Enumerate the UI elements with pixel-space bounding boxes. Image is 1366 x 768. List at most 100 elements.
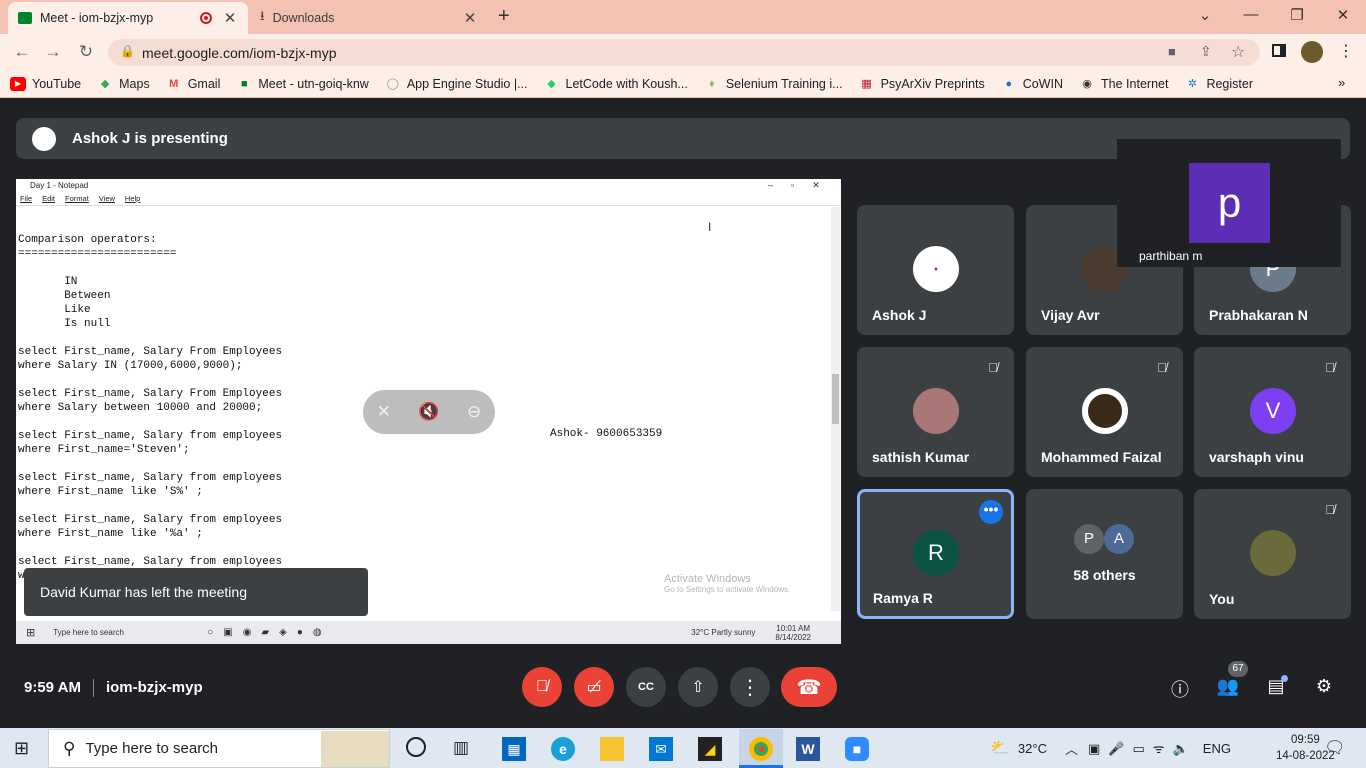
- mic-off-icon: 🎙̸: [988, 360, 998, 375]
- taskbar-search-placeholder: Type here to search: [85, 740, 219, 757]
- pinned-participant-pip[interactable]: p parthiban m: [1117, 139, 1341, 267]
- activities-icon[interactable]: ⚙: [1312, 676, 1336, 700]
- bookmark-the-internet[interactable]: ◉ The Internet: [1079, 77, 1168, 91]
- menu-dots-icon[interactable]: ⋮: [1338, 41, 1354, 61]
- bookmark-register[interactable]: ✲ Register: [1184, 77, 1253, 91]
- tray-icons: ▣🎤▭ᯤ🔈: [1087, 741, 1197, 756]
- inner-text-cursor: I: [708, 220, 712, 234]
- present-screen-button[interactable]: ⇧: [678, 667, 718, 707]
- camera-permission-icon[interactable]: ■: [1168, 44, 1176, 59]
- camera-toggle-button[interactable]: ▭̸: [574, 667, 614, 707]
- store-icon[interactable]: ▦: [502, 737, 526, 761]
- cowin-icon: ●: [1005, 77, 1013, 90]
- bookmark-maps[interactable]: ◆ Maps: [97, 77, 150, 91]
- participant-name: Ashok J: [872, 307, 927, 323]
- bookmark-star-icon[interactable]: ☆: [1231, 42, 1245, 62]
- more-options-button[interactable]: ⋮: [730, 667, 770, 707]
- forward-icon[interactable]: →: [42, 42, 64, 62]
- task-view-icon[interactable]: ▥: [453, 738, 469, 758]
- chrome-icon[interactable]: [749, 737, 773, 761]
- temperature: 32°C: [1017, 740, 1047, 756]
- participant-tile[interactable]: 🎙̸ sathish Kumar: [857, 347, 1014, 477]
- more-options-icon[interactable]: •••: [979, 500, 1003, 524]
- avatar: [1250, 530, 1296, 576]
- youtube-icon: ▶: [10, 76, 26, 91]
- file-explorer-icon[interactable]: [600, 737, 624, 761]
- bookmark-gmail[interactable]: M Gmail: [166, 77, 220, 91]
- chat-unread-dot: [1281, 675, 1288, 682]
- notepad-window-controls: –▫✕: [768, 180, 838, 190]
- bookmark-psyarxiv[interactable]: ▦ PsyArXiv Preprints: [859, 77, 984, 91]
- participant-tile-active[interactable]: ••• R Ramya R: [857, 489, 1014, 619]
- search-icon: ⚲: [63, 738, 76, 758]
- mail-icon[interactable]: ✉: [649, 737, 673, 761]
- menu-view: View: [98, 194, 115, 203]
- others-tile[interactable]: P A 58 others: [1026, 489, 1183, 619]
- bookmark-selenium[interactable]: ♦ Selenium Training i...: [704, 77, 843, 91]
- bookmarks-bar: ▶ YouTube ◆ Maps M Gmail ■ Meet - utn-goiq-k…: [0, 70, 1366, 98]
- bookmark-meet[interactable]: ■ Meet - utn-goiq-knw: [236, 77, 369, 91]
- bookmark-letcode[interactable]: ◆ LetCode with Koush...: [544, 77, 688, 91]
- tab-meet[interactable]: Meet - iom-bzjx-myp ✕: [8, 2, 248, 34]
- profile-avatar[interactable]: [1301, 41, 1323, 63]
- close-tab-icon[interactable]: ✕: [222, 9, 238, 27]
- zoom-icon[interactable]: ■: [845, 737, 869, 761]
- meeting-details-icon[interactable]: ⓘ: [1168, 676, 1192, 700]
- self-tile[interactable]: 🎙̸ You: [1194, 489, 1351, 619]
- more-bookmarks-icon[interactable]: »: [1338, 75, 1345, 90]
- participant-tile[interactable]: 🎙̸ Mohammed Faizal: [1026, 347, 1183, 477]
- word-icon[interactable]: W: [796, 737, 820, 761]
- app-engine-icon: ◯: [386, 78, 399, 90]
- notification-center-icon[interactable]: 🗨: [1324, 738, 1346, 758]
- weather-icon: ⛅: [990, 740, 1010, 757]
- notepad-scroll-thumb: [832, 374, 839, 424]
- close-window-button[interactable]: ✕: [1333, 6, 1353, 24]
- mic-off-icon: 🎙̸: [1325, 360, 1335, 375]
- mic-off-icon: 🎙̸: [1325, 502, 1335, 517]
- minimize-button[interactable]: —: [1241, 6, 1261, 23]
- inner-start-icon: ⊞: [26, 627, 36, 639]
- cortana-icon[interactable]: [406, 737, 426, 757]
- reload-icon[interactable]: ↻: [75, 42, 97, 62]
- participant-name: sathish Kumar: [872, 449, 970, 465]
- avatar: ●: [913, 246, 959, 292]
- others-count: 58 others: [1073, 567, 1136, 583]
- tab-search-icon[interactable]: ⌄: [1195, 6, 1215, 24]
- start-button-icon[interactable]: ⊞: [14, 738, 29, 759]
- new-tab-button[interactable]: +: [498, 5, 510, 28]
- participant-tile[interactable]: ● Ashok J: [857, 205, 1014, 335]
- bookmark-cowin[interactable]: ● CoWIN: [1001, 77, 1063, 91]
- captions-button[interactable]: CC: [626, 667, 666, 707]
- bookmark-app-engine[interactable]: ◯ App Engine Studio |...: [385, 77, 528, 91]
- address-bar[interactable]: 🔒 meet.google.com/iom-bzjx-myp: [108, 39, 1260, 66]
- language[interactable]: ENG: [1203, 741, 1231, 756]
- edge-icon[interactable]: e: [551, 737, 575, 761]
- end-call-button[interactable]: ☎: [781, 667, 837, 707]
- meeting-info: 9:59 AM iom-bzjx-myp: [24, 679, 203, 698]
- maps-icon: ◆: [100, 78, 110, 90]
- menu-file: File: [20, 194, 33, 203]
- pip-avatar: p: [1189, 163, 1270, 243]
- selenium-icon: ♦: [709, 77, 715, 90]
- tab-downloads[interactable]: ⭳ Downloads ✕: [250, 2, 488, 34]
- restore-button[interactable]: ❐: [1287, 6, 1307, 24]
- participant-tile[interactable]: 🎙̸ V varshaph vinu: [1194, 347, 1351, 477]
- others-avatar-p: P: [1074, 524, 1104, 554]
- tray-chevron-icon[interactable]: ︿: [1065, 739, 1078, 758]
- menu-help: Help: [124, 194, 141, 203]
- avatar: [913, 388, 959, 434]
- share-icon[interactable]: ⇪: [1200, 43, 1212, 60]
- activate-windows-watermark: Activate Windows Go to Settings to activ…: [664, 573, 790, 594]
- menu-format: Format: [65, 194, 89, 203]
- search-highlight-image: [321, 731, 389, 767]
- avatar: R: [913, 530, 959, 576]
- people-icon[interactable]: 👥: [1216, 676, 1240, 700]
- side-panel-icon[interactable]: [1272, 44, 1286, 57]
- back-icon[interactable]: ←: [11, 42, 33, 62]
- presenter-contact-note: Ashok- 9600653359: [550, 428, 663, 440]
- close-tab-icon[interactable]: ✕: [462, 9, 478, 27]
- bookmark-youtube[interactable]: ▶ YouTube: [10, 76, 81, 91]
- mic-toggle-button[interactable]: 🎙̸: [522, 667, 562, 707]
- taskbar-search[interactable]: ⚲ Type here to search: [48, 729, 390, 768]
- sticky-notes-icon[interactable]: ◢: [698, 737, 722, 761]
